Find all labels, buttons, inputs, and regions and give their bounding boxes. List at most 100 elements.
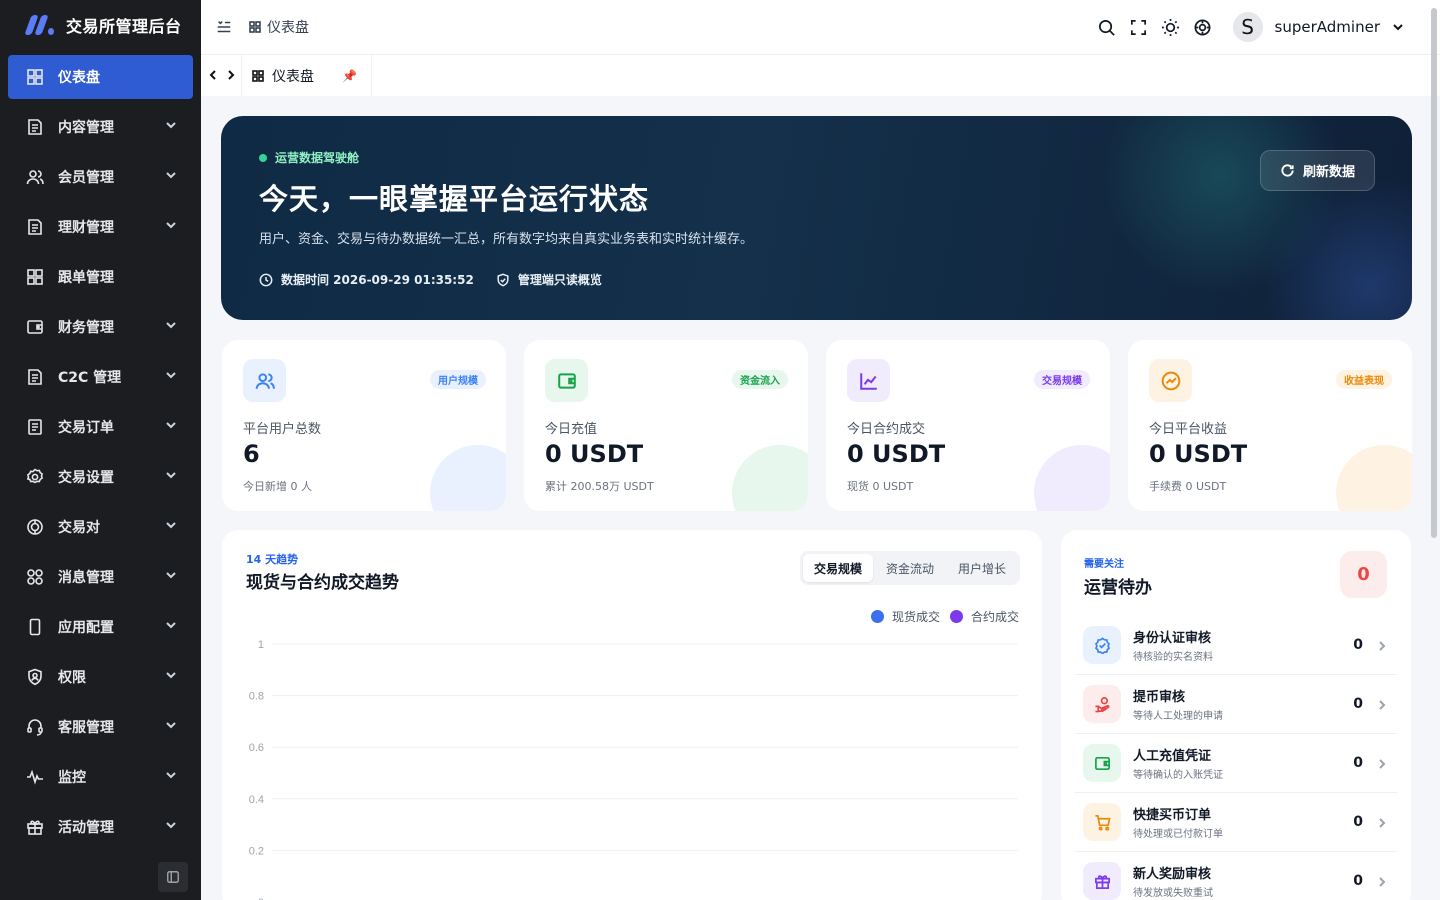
stat-subtext: 累计 200.58万 USDT <box>545 480 654 493</box>
chevron-right-icon[interactable] <box>225 66 237 85</box>
tabs-bar: 仪表盘 📌 <box>201 54 1440 96</box>
grid-icon <box>26 268 44 286</box>
y-tick-label: 0.8 <box>249 691 264 703</box>
chevron-right-icon <box>1377 813 1397 832</box>
sidebar-item-label: C2C 管理 <box>58 370 122 386</box>
todo-item[interactable]: 身份认证审核 待核验的实名资料 0 <box>1075 616 1397 675</box>
todo-item[interactable]: 快捷买币订单 待处理或已付款订单 0 <box>1075 793 1397 852</box>
sidebar-item-label: 权限 <box>58 670 86 686</box>
sidebar-item-3[interactable]: 理财管理 <box>8 205 193 249</box>
sidebar-item-2[interactable]: 会员管理 <box>8 155 193 199</box>
todo-item[interactable]: 人工充值凭证 等待确认的入账凭证 0 <box>1075 734 1397 793</box>
sidebar-item-label: 内容管理 <box>58 120 114 136</box>
top-header: 仪表盘 S superAdminer <box>201 0 1440 54</box>
todo-item[interactable]: 提币审核 等待人工处理的申请 0 <box>1075 675 1397 734</box>
readonly-note-label: 管理端只读概览 <box>517 273 602 287</box>
stat-subtext: 手续费 0 USDT <box>1149 480 1227 493</box>
sidebar-item-11[interactable]: 应用配置 <box>8 605 193 649</box>
sidebar-item-6[interactable]: C2C 管理 <box>8 355 193 399</box>
sidebar-item-10[interactable]: 消息管理 <box>8 555 193 599</box>
user-name[interactable]: superAdminer <box>1275 18 1380 36</box>
segment-button[interactable]: 资金流动 <box>875 554 945 582</box>
document-icon <box>26 368 44 386</box>
todo-count: 0 <box>1353 637 1363 653</box>
sidebar-item-1[interactable]: 内容管理 <box>8 105 193 149</box>
chevron-left-icon[interactable] <box>207 66 219 85</box>
chevron-down-icon <box>165 769 177 785</box>
settings-icon[interactable] <box>1193 17 1213 37</box>
refresh-label: 刷新数据 <box>1302 165 1355 180</box>
segment-button[interactable]: 交易规模 <box>802 554 873 582</box>
sidebar-item-5[interactable]: 财务管理 <box>8 305 193 349</box>
chevron-down-icon <box>165 369 177 385</box>
chevron-down-icon <box>165 219 177 235</box>
y-tick-label: 1 <box>258 639 264 651</box>
header-actions: S superAdminer <box>1097 0 1404 54</box>
cart-icon <box>1083 803 1121 841</box>
sidebar-item-label: 消息管理 <box>58 570 114 586</box>
chevron-down-icon[interactable] <box>1392 18 1404 37</box>
stat-card: 收益表现 今日平台收益 0 USDT 手续费 0 USDT <box>1128 340 1412 511</box>
chevron-right-icon <box>1377 695 1397 714</box>
brand[interactable]: 交易所管理后台 <box>0 0 201 50</box>
todo-desc: 等待人工处理的申请 <box>1133 711 1223 722</box>
sidebar-item-0[interactable]: 仪表盘 <box>8 55 193 99</box>
sidebar-item-7[interactable]: 交易订单 <box>8 405 193 449</box>
sidebar-item-13[interactable]: 客服管理 <box>8 705 193 749</box>
todo-text: 提币审核 等待人工处理的申请 <box>1133 686 1353 722</box>
y-tick-label: 0.6 <box>249 742 264 754</box>
segment-button[interactable]: 用户增长 <box>947 554 1017 582</box>
gift-icon <box>26 818 44 836</box>
chevron-down-icon <box>165 519 177 535</box>
sidebar-item-4[interactable]: 跟单管理 <box>8 255 193 299</box>
data-time: 数据时间 2026-09-29 01:35:52 <box>259 271 474 288</box>
brand-logo <box>24 13 56 37</box>
hero-meta: 数据时间 2026-09-29 01:35:52 管理端只读概览 <box>259 271 602 288</box>
todo-name: 身份认证审核 <box>1133 631 1212 646</box>
stat-card: 交易规模 今日合约成交 0 USDT 现货 0 USDT <box>826 340 1110 511</box>
breadcrumb[interactable]: 仪表盘 <box>249 17 309 37</box>
search-icon[interactable] <box>1097 17 1117 37</box>
sidebar-item-12[interactable]: 权限 <box>8 655 193 699</box>
clock-icon <box>259 273 273 286</box>
data-time-label: 数据时间 2026-09-29 01:35:52 <box>281 273 474 287</box>
coins-icon <box>26 518 44 536</box>
stat-card: 用户规模 平台用户总数 6 今日新增 0 人 <box>222 340 506 511</box>
trend-chart: 10.80.60.40.20 <box>249 639 1018 900</box>
tab-dashboard[interactable]: 仪表盘 📌 <box>241 55 372 96</box>
sidebar-item-label: 会员管理 <box>58 170 114 186</box>
scrollbar-thumb[interactable] <box>1431 8 1437 538</box>
check-badge-icon <box>1083 626 1121 664</box>
apps-icon <box>26 568 44 586</box>
todo-title: 运营待办 <box>1084 578 1152 598</box>
todo-name: 快捷买币订单 <box>1133 808 1212 823</box>
trend-card: 14 天趋势 现货与合约成交趋势 交易规模 资金流动 用户增长 现货成交 合约成交 1… <box>222 530 1042 900</box>
refresh-button[interactable]: 刷新数据 <box>1260 150 1375 191</box>
sidebar-item-9[interactable]: 交易对 <box>8 505 193 549</box>
page-scrollbar[interactable] <box>1430 0 1438 900</box>
todo-count: 0 <box>1353 696 1363 712</box>
chart-line-icon <box>847 359 890 402</box>
y-tick-label: 0.2 <box>249 845 264 857</box>
stat-badge: 资金流入 <box>732 370 788 389</box>
chevron-down-icon <box>165 419 177 435</box>
fullscreen-icon[interactable] <box>1129 17 1149 37</box>
sidebar-item-14[interactable]: 监控 <box>8 755 193 799</box>
chevron-down-icon <box>165 469 177 485</box>
theme-sun-icon[interactable] <box>1161 17 1181 37</box>
menu-fold-icon[interactable] <box>213 16 235 38</box>
chevron-right-icon <box>1377 754 1397 773</box>
sidebar-item-15[interactable]: 活动管理 <box>8 805 193 849</box>
todo-item[interactable]: 新人奖励审核 待发放或失败重试 0 <box>1075 852 1397 900</box>
sidebar-item-8[interactable]: 交易设置 <box>8 455 193 499</box>
pin-icon[interactable]: 📌 <box>342 69 357 83</box>
todo-kicker: 需要关注 <box>1084 559 1124 570</box>
sidebar-collapse-button[interactable] <box>158 862 188 892</box>
todo-text: 快捷买币订单 待处理或已付款订单 <box>1133 804 1353 840</box>
readonly-note: 管理端只读概览 <box>496 271 602 288</box>
todo-desc: 等待确认的入账凭证 <box>1133 770 1223 781</box>
dashboard-icon <box>26 68 44 86</box>
todo-text: 新人奖励审核 待发放或失败重试 <box>1133 863 1353 899</box>
chevron-right-icon <box>1377 872 1397 891</box>
avatar[interactable]: S <box>1232 12 1263 42</box>
